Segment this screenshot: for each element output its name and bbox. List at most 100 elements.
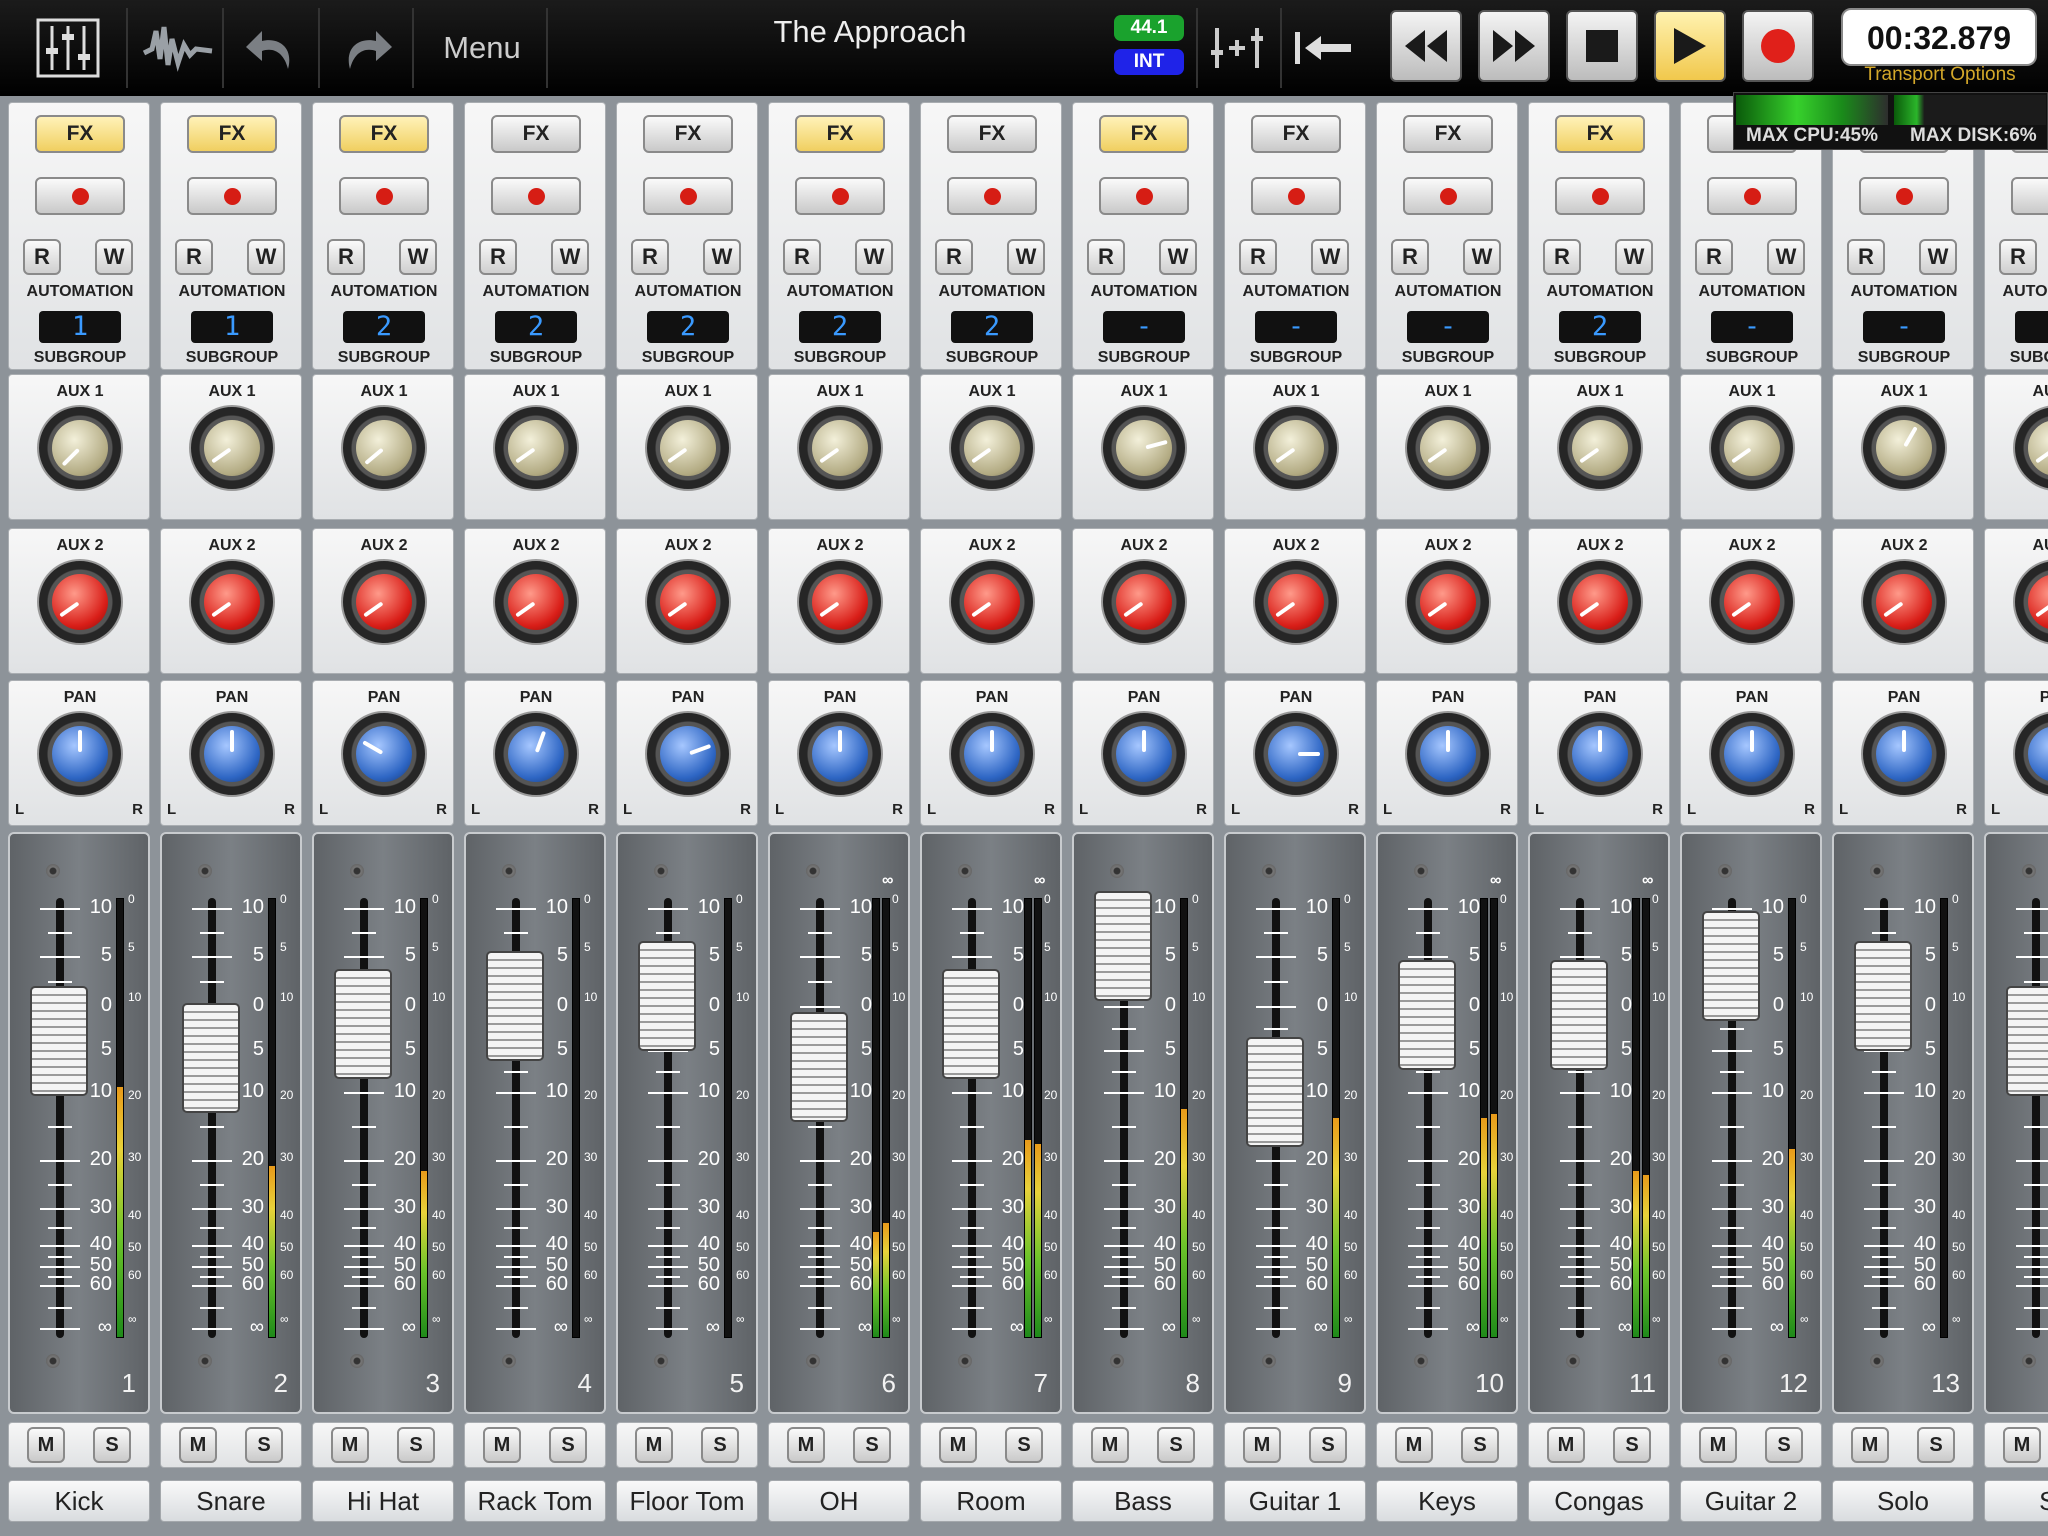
mute-button[interactable]: M — [939, 1427, 977, 1463]
menu-button[interactable]: Menu — [424, 22, 540, 74]
automation-write-button[interactable]: W — [1919, 239, 1957, 275]
time-display[interactable]: 00:32.879 — [1841, 8, 2037, 66]
fader-handle[interactable] — [486, 951, 544, 1061]
automation-read-button[interactable]: R — [1543, 239, 1581, 275]
channel-name[interactable]: Solo — [1832, 1480, 1974, 1522]
fader-handle[interactable] — [790, 1011, 848, 1122]
automation-write-button[interactable]: W — [1159, 239, 1197, 275]
fx-button[interactable]: FX — [1251, 115, 1341, 153]
aux-2-knob[interactable] — [37, 559, 123, 645]
aux-1-knob[interactable] — [2013, 405, 2048, 491]
aux-1-knob[interactable] — [645, 405, 731, 491]
aux-2-knob[interactable] — [1405, 559, 1491, 645]
mute-button[interactable]: M — [1395, 1427, 1433, 1463]
automation-write-button[interactable]: W — [1615, 239, 1653, 275]
aux-1-knob[interactable] — [37, 405, 123, 491]
automation-write-button[interactable]: W — [399, 239, 437, 275]
aux-2-knob[interactable] — [341, 559, 427, 645]
subgroup-display[interactable]: 2 — [951, 311, 1033, 343]
automation-read-button[interactable]: R — [1847, 239, 1885, 275]
aux-1-knob[interactable] — [189, 405, 275, 491]
aux-1-knob[interactable] — [1253, 405, 1339, 491]
channel-name[interactable]: Rack Tom — [464, 1480, 606, 1522]
subgroup-display[interactable]: - — [1103, 311, 1185, 343]
solo-button[interactable]: S — [1157, 1427, 1195, 1463]
aux-1-knob[interactable] — [493, 405, 579, 491]
automation-read-button[interactable]: R — [175, 239, 213, 275]
undo-button[interactable] — [232, 14, 312, 84]
rewind-button[interactable] — [1390, 10, 1462, 82]
aux-2-knob[interactable] — [645, 559, 731, 645]
pan-knob[interactable] — [37, 711, 123, 797]
fast-forward-button[interactable] — [1478, 10, 1550, 82]
play-button[interactable] — [1654, 10, 1726, 82]
channel-name[interactable]: Snare — [160, 1480, 302, 1522]
record-arm-button[interactable] — [339, 177, 429, 215]
subgroup-display[interactable]: 1 — [191, 311, 273, 343]
solo-button[interactable]: S — [1005, 1427, 1043, 1463]
fader-handle[interactable] — [30, 986, 88, 1097]
record-arm-button[interactable] — [1555, 177, 1645, 215]
automation-write-button[interactable]: W — [1767, 239, 1805, 275]
subgroup-display[interactable]: 1 — [39, 311, 121, 343]
automation-write-button[interactable]: W — [95, 239, 133, 275]
subgroup-display[interactable]: - — [1863, 311, 1945, 343]
fx-button[interactable]: FX — [1099, 115, 1189, 153]
channel-name[interactable]: Floor Tom — [616, 1480, 758, 1522]
subgroup-display[interactable]: 2 — [495, 311, 577, 343]
subgroup-display[interactable]: 2 — [343, 311, 425, 343]
pan-knob[interactable] — [797, 711, 883, 797]
mute-button[interactable]: M — [179, 1427, 217, 1463]
fader-handle[interactable] — [334, 968, 392, 1079]
pan-knob[interactable] — [645, 711, 731, 797]
transport-options-link[interactable]: Transport Options — [1840, 64, 2040, 86]
automation-read-button[interactable]: R — [935, 239, 973, 275]
solo-button[interactable]: S — [397, 1427, 435, 1463]
solo-button[interactable]: S — [93, 1427, 131, 1463]
fader-handle[interactable] — [1246, 1037, 1304, 1147]
automation-write-button[interactable]: W — [1311, 239, 1349, 275]
fx-button[interactable]: FX — [491, 115, 581, 153]
record-arm-button[interactable] — [1099, 177, 1189, 215]
fader-handle[interactable] — [1550, 959, 1608, 1070]
record-arm-button[interactable] — [947, 177, 1037, 215]
automation-read-button[interactable]: R — [1695, 239, 1733, 275]
fx-button[interactable]: FX — [1403, 115, 1493, 153]
fader-handle[interactable] — [2006, 986, 2048, 1097]
fader-handle[interactable] — [1854, 941, 1912, 1051]
automation-read-button[interactable]: R — [1999, 239, 2037, 275]
fx-button[interactable]: FX — [947, 115, 1037, 153]
solo-button[interactable]: S — [1309, 1427, 1347, 1463]
stop-button[interactable] — [1566, 10, 1638, 82]
mute-button[interactable]: M — [331, 1427, 369, 1463]
pan-knob[interactable] — [1709, 711, 1795, 797]
solo-button[interactable]: S — [701, 1427, 739, 1463]
channel-name[interactable]: Kick — [8, 1480, 150, 1522]
fx-button[interactable]: FX — [643, 115, 733, 153]
aux-2-knob[interactable] — [797, 559, 883, 645]
pan-knob[interactable] — [341, 711, 427, 797]
mute-button[interactable]: M — [1243, 1427, 1281, 1463]
subgroup-display[interactable]: 2 — [1559, 311, 1641, 343]
record-arm-button[interactable] — [35, 177, 125, 215]
automation-read-button[interactable]: R — [23, 239, 61, 275]
record-button[interactable] — [1742, 10, 1814, 82]
channel-name[interactable]: Guitar 2 — [1680, 1480, 1822, 1522]
automation-read-button[interactable]: R — [1087, 239, 1125, 275]
waveform-edit-button[interactable] — [138, 14, 218, 84]
subgroup-display[interactable]: - — [1255, 311, 1337, 343]
solo-button[interactable]: S — [1613, 1427, 1651, 1463]
mixer-view-button[interactable] — [28, 8, 108, 88]
fader-handle[interactable] — [1702, 911, 1760, 1021]
aux-1-knob[interactable] — [1557, 405, 1643, 491]
aux-2-knob[interactable] — [949, 559, 1035, 645]
automation-read-button[interactable]: R — [1391, 239, 1429, 275]
aux-1-knob[interactable] — [949, 405, 1035, 491]
subgroup-display[interactable]: - — [1407, 311, 1489, 343]
pan-knob[interactable] — [1405, 711, 1491, 797]
redo-button[interactable] — [326, 14, 406, 84]
automation-read-button[interactable]: R — [783, 239, 821, 275]
aux-1-knob[interactable] — [1101, 405, 1187, 491]
automation-write-button[interactable]: W — [551, 239, 589, 275]
subgroup-display[interactable] — [2015, 311, 2048, 343]
